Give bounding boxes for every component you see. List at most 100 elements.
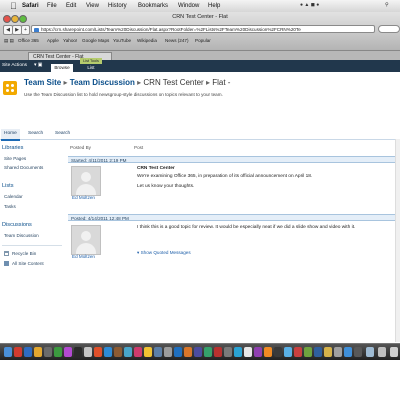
view-dropdown-icon[interactable]: - [228,78,231,87]
dock-app-icon[interactable] [74,347,82,357]
post-2-body: I think this is a good topic for review.… [137,225,356,230]
bookmark-youtube[interactable]: YouTube [113,38,131,43]
menu-file[interactable]: File [47,2,57,10]
show-quoted-messages-link[interactable]: ▾ Show Quoted Messages [137,250,191,256]
dock-app-icon[interactable] [184,347,192,357]
ql-team-discussion[interactable]: Team Discussion [4,233,39,238]
dock-app-icon[interactable] [124,347,132,357]
nav-home[interactable]: Home [1,129,20,141]
navigate-up-icon[interactable]: ▾ ▣ [34,63,42,68]
dock-app-icon[interactable] [104,347,112,357]
discussions-heading[interactable]: Discussions [2,222,32,228]
bookmark-wikipedia[interactable]: Wikipedia [137,38,157,43]
ql-site-pages[interactable]: Site Pages [4,156,26,161]
dock-app-icon[interactable] [324,347,332,357]
ql-shared-documents[interactable]: Shared Documents [4,165,43,170]
finder-icon[interactable] [4,347,12,357]
avatar [71,166,101,196]
dock-app-icon[interactable] [14,347,22,357]
dock-app-icon[interactable] [144,347,152,357]
menu-view[interactable]: View [86,2,99,10]
menu-help[interactable]: Help [208,2,220,10]
post-1-author[interactable]: Ed Moltzen [72,195,95,200]
post-2-author[interactable]: Ed Moltzen [72,254,95,259]
dock-app-icon[interactable] [114,347,122,357]
col-posted-by[interactable]: Posted By [70,145,91,150]
bookmark-apple[interactable]: Apple [47,38,59,43]
safari-icon[interactable] [24,347,32,357]
post-1-body: We're examining Office 365, in preparati… [137,174,313,179]
dock-app-icon[interactable] [54,347,62,357]
bookmark-news[interactable]: News (247) [165,38,189,43]
dock-app-icon[interactable] [214,347,222,357]
ql-calendar[interactable]: Calendar [4,194,23,199]
tab-list[interactable]: List [80,64,102,72]
status-icons: ● ▲ ◼ ● [300,2,320,8]
ql-tasks[interactable]: Tasks [4,204,16,209]
dock-app-icon[interactable] [154,347,162,357]
documents-stack-icon[interactable] [378,347,386,357]
dock-app-icon[interactable] [274,347,282,357]
dock-app-icon[interactable] [164,347,172,357]
breadcrumb-team-discussion[interactable]: Team Discussion [70,78,135,87]
add-bookmark-button[interactable]: + [21,25,30,35]
dock-app-icon[interactable] [44,347,52,357]
dock-app-icon[interactable] [344,347,352,357]
reading-list-icon[interactable]: ▤ ▤ [4,38,14,44]
apple-icon[interactable]:  [10,1,17,11]
bookmark-yahoo[interactable]: Yahoo! [63,38,77,43]
dock-app-icon[interactable] [264,347,272,357]
search-field[interactable] [378,25,400,33]
dock-app-icon[interactable] [94,347,102,357]
bookmark-popular[interactable]: Popular [195,38,211,43]
ql-all-site-content[interactable]: All Site Content [12,261,44,266]
menu-app-name[interactable]: Safari [22,2,39,10]
site-logo-icon [3,81,17,95]
address-bar[interactable]: https://crn.sharepoint.com/Lists/Team%20… [31,25,375,33]
vertical-scrollbar[interactable] [395,139,400,342]
dock-app-icon[interactable] [34,347,42,357]
dock-app-icon[interactable] [254,347,262,357]
dock-app-icon[interactable] [64,347,72,357]
site-content-icon [4,261,9,266]
dock-app-icon[interactable] [204,347,212,357]
breadcrumb-team-site[interactable]: Team Site [24,78,61,87]
dock-app-icon[interactable] [354,347,362,357]
site-actions-menu[interactable]: Site Actions [2,63,27,68]
nav-search[interactable]: Search [28,129,43,139]
libraries-heading[interactable]: Libraries [2,145,23,151]
nav-search-2[interactable]: Search [55,129,70,139]
downloads-stack-icon[interactable] [366,347,374,357]
dock-app-icon[interactable] [244,347,252,357]
dock-app-icon[interactable] [334,347,342,357]
dock-app-icon[interactable] [294,347,302,357]
breadcrumb-view[interactable]: Flat [212,78,225,87]
dock-app-icon[interactable] [134,347,142,357]
dock-app-icon[interactable] [304,347,312,357]
dock-app-icon[interactable] [194,347,202,357]
dock-app-icon[interactable] [174,347,182,357]
trash-icon[interactable] [390,347,398,357]
lists-heading[interactable]: Lists [2,183,14,189]
site-favicon-icon [34,27,39,32]
sharepoint-ribbon: Site Actions ▾ ▣ List Tools Browse List [0,58,400,72]
col-post: Post [134,145,144,150]
dock-app-icon[interactable] [234,347,242,357]
menu-bookmarks[interactable]: Bookmarks [138,2,168,10]
menu-history[interactable]: History [108,2,127,10]
spotlight-icon[interactable]: ⚲ [385,2,389,8]
dock [0,343,400,361]
dock-app-icon[interactable] [284,347,292,357]
tab-browse[interactable]: Browse [51,64,73,72]
menu-window[interactable]: Window [178,2,199,10]
post-2-header: Posted: 4/14/2011 12:48 PM [68,214,400,221]
ql-recycle-bin[interactable]: Recycle Bin [12,251,36,256]
dock-app-icon[interactable] [84,347,92,357]
post-1-body-2: Let us know your thoughts. [137,184,195,189]
dock-app-icon[interactable] [224,347,232,357]
menu-edit[interactable]: Edit [66,2,76,10]
breadcrumb: Team Site ▸ Team Discussion ▸ CRN Test C… [24,78,231,87]
bookmark-office365[interactable]: Office 365 [18,38,39,43]
dock-app-icon[interactable] [314,347,322,357]
bookmark-google-maps[interactable]: Google Maps [82,38,109,43]
